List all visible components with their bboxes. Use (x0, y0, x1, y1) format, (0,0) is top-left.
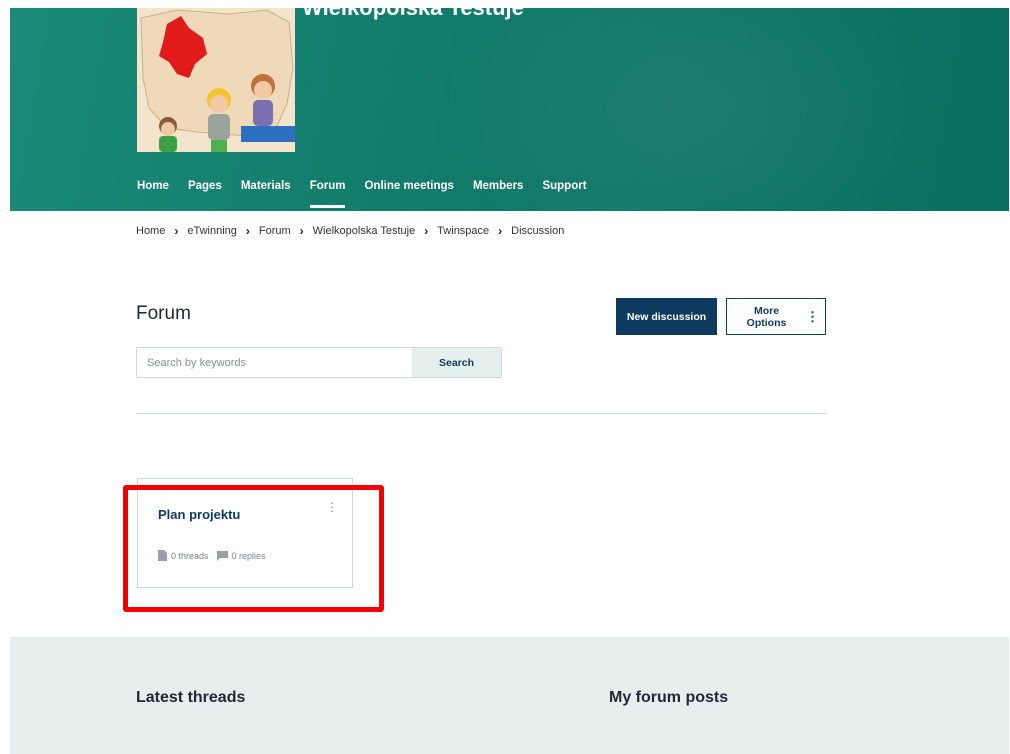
nav-item-support[interactable]: Support (542, 180, 586, 198)
chevron-right-icon: › (498, 224, 503, 238)
project-illustration (140, 9, 295, 152)
search-bar: Search (136, 347, 502, 378)
footer-panel: Latest threads My forum posts (10, 637, 1009, 754)
chevron-right-icon: › (245, 224, 250, 238)
main-nav: Home Pages Materials Forum Online meetin… (137, 180, 606, 208)
chevron-right-icon: › (424, 224, 429, 238)
divider (136, 413, 826, 414)
nav-item-forum[interactable]: Forum (309, 180, 345, 208)
nav-item-materials[interactable]: Materials (241, 180, 291, 198)
search-button[interactable]: Search (412, 348, 501, 377)
more-options-button[interactable]: More Options ⋮ (726, 298, 826, 335)
project-header: Wielkopolska Testuje Home Pages Material… (10, 8, 1009, 211)
project-title: Wielkopolska Testuje (302, 8, 524, 21)
nav-item-members[interactable]: Members (473, 180, 524, 198)
breadcrumb-etwinning[interactable]: eTwinning (187, 225, 237, 237)
chevron-right-icon: › (174, 224, 179, 238)
breadcrumb-discussion: Discussion (511, 225, 565, 237)
search-input[interactable] (137, 348, 412, 377)
breadcrumb-twinspace[interactable]: Twinspace (437, 225, 489, 237)
nav-item-online-meetings[interactable]: Online meetings (364, 180, 453, 198)
chevron-right-icon: › (299, 224, 304, 238)
project-image (137, 8, 295, 152)
nav-item-home[interactable]: Home (137, 180, 169, 198)
more-vertical-icon: ⋮ (806, 309, 819, 324)
highlight-box (123, 485, 384, 612)
page-title: Forum (136, 303, 191, 324)
my-forum-posts-heading: My forum posts (609, 689, 729, 706)
new-discussion-button[interactable]: New discussion (616, 298, 717, 335)
breadcrumb-project[interactable]: Wielkopolska Testuje (313, 225, 416, 237)
breadcrumb-home[interactable]: Home (136, 225, 165, 237)
more-options-label: More Options (746, 304, 787, 329)
breadcrumb-forum[interactable]: Forum (259, 225, 291, 237)
nav-item-pages[interactable]: Pages (188, 180, 222, 198)
breadcrumb: Home › eTwinning › Forum › Wielkopolska … (136, 224, 564, 238)
latest-threads-heading: Latest threads (136, 689, 246, 706)
